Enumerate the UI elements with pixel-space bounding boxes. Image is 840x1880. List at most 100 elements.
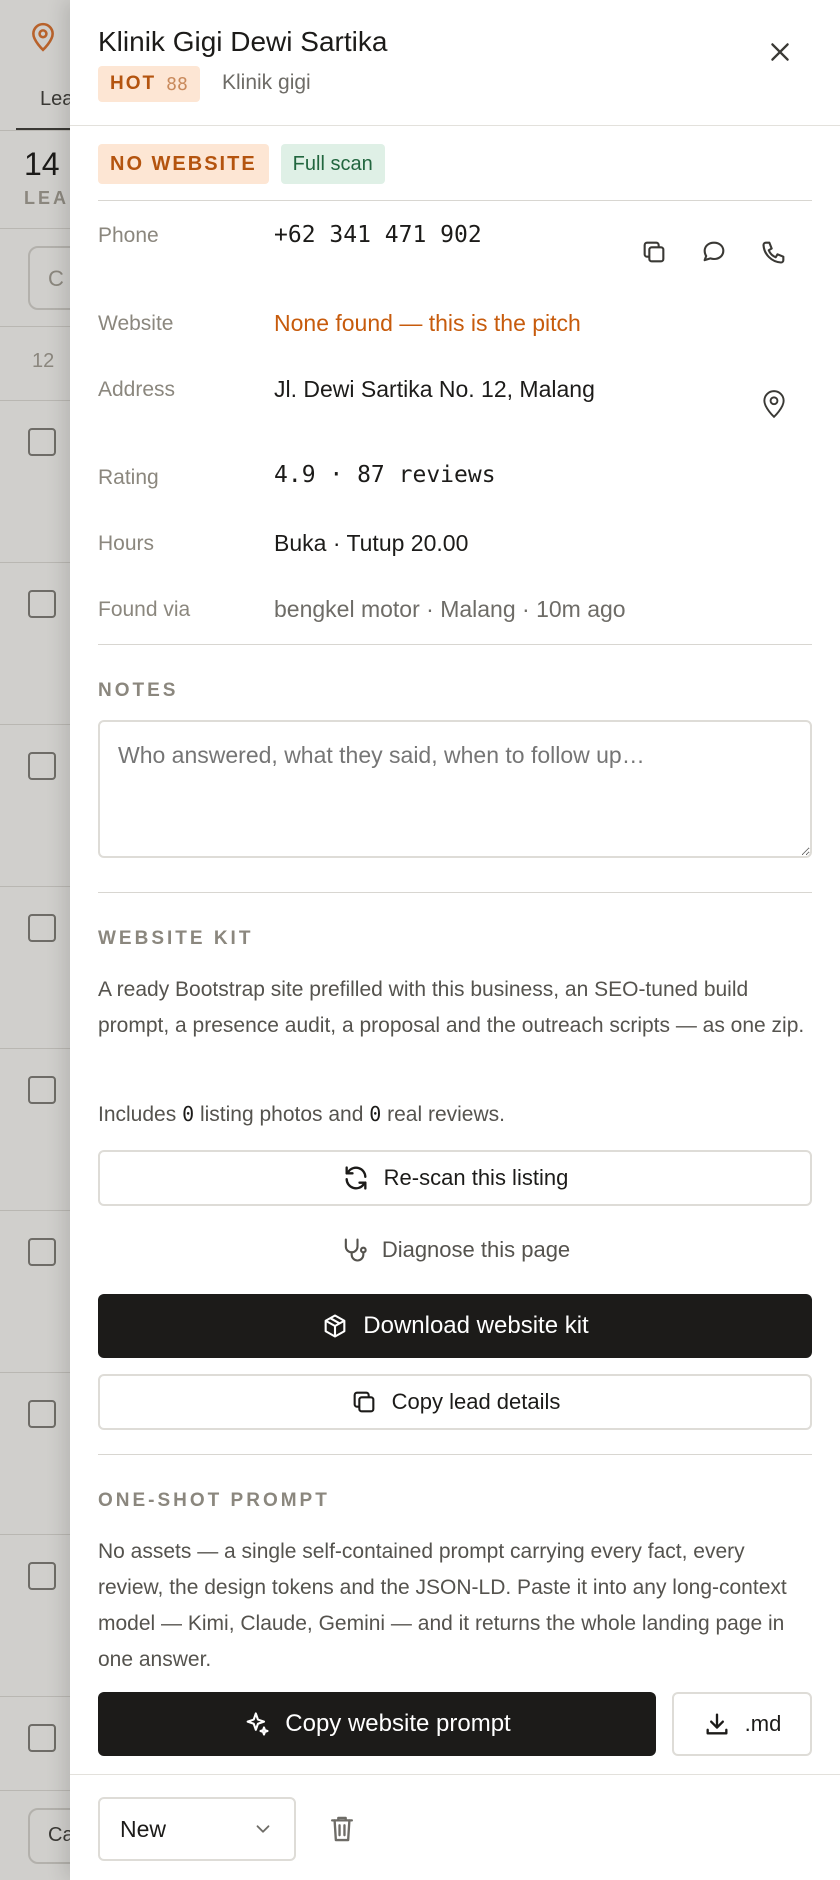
bg-row-checkbox[interactable] <box>28 1076 56 1104</box>
open-map-button[interactable] <box>754 384 794 424</box>
phone-icon <box>762 241 785 264</box>
rating-label: Rating <box>98 466 159 489</box>
website-kit-includes: Includes 0 listing photos and 0 real rev… <box>98 1096 812 1133</box>
website-kit-description: A ready Bootstrap site prefilled with th… <box>98 978 805 1037</box>
download-kit-button[interactable]: Download website kit <box>98 1294 812 1358</box>
tag-list: NO WEBSITE Full scan <box>98 144 385 184</box>
lead-score: 88 <box>166 73 188 95</box>
address-label: Address <box>98 378 176 401</box>
website-kit-title: WEBSITE KIT <box>98 928 254 949</box>
divider <box>98 1454 812 1455</box>
search-icon: C <box>48 266 64 291</box>
divider <box>0 1534 70 1535</box>
one-shot-description: No assets — a single self-contained prom… <box>98 1540 787 1671</box>
divider <box>0 1696 70 1697</box>
drawer-footer: New <box>70 1774 840 1880</box>
lead-name: Klinik Gigi Dewi Sartika <box>98 26 388 57</box>
found-via-label: Found via <box>98 598 191 621</box>
divider <box>98 200 812 201</box>
message-button[interactable] <box>694 232 734 272</box>
trash-icon <box>330 1816 354 1842</box>
call-button[interactable] <box>754 232 794 272</box>
divider <box>0 400 70 401</box>
rating-text: 4.9 · 87 reviews <box>274 462 496 488</box>
location-pin-icon <box>30 22 56 57</box>
delete-lead-button[interactable] <box>320 1807 364 1851</box>
divider <box>98 892 812 893</box>
one-shot-title: ONE-SHOT PROMPT <box>98 1490 330 1511</box>
lead-detail-drawer: Klinik Gigi Dewi Sartika HOT 88 Klinik g… <box>70 0 840 1880</box>
divider <box>0 886 70 887</box>
divider <box>98 644 812 645</box>
stethoscope-icon <box>344 1238 367 1262</box>
website-label: Website <box>98 312 174 335</box>
refresh-icon <box>345 1166 367 1190</box>
full-scan-tag: Full scan <box>280 144 385 184</box>
photos-count: 0 <box>182 1102 195 1126</box>
divider <box>0 228 70 229</box>
bg-row-checkbox[interactable] <box>28 1724 56 1752</box>
bg-lead-count: 14 <box>24 146 60 182</box>
sparkle-icon <box>246 1712 269 1736</box>
status-select[interactable]: New <box>98 1797 296 1861</box>
bg-row-checkbox[interactable] <box>28 752 56 780</box>
map-pin-icon <box>763 390 785 419</box>
includes-suffix: real reviews. <box>381 1103 505 1126</box>
phone-value: +62 341 471 902 <box>274 222 482 248</box>
bg-lead-label: LEA <box>24 188 69 208</box>
hours-value: Buka · Tutup 20.00 <box>274 530 469 556</box>
copy-lead-details-label: Copy lead details <box>391 1389 561 1414</box>
includes-prefix: Includes <box>98 1103 183 1126</box>
phone-label: Phone <box>98 224 159 247</box>
divider <box>0 130 70 131</box>
download-kit-label: Download website kit <box>363 1312 589 1339</box>
notes-title: NOTES <box>98 680 179 701</box>
close-button[interactable] <box>762 34 798 70</box>
bg-row-count: 12 <box>32 350 55 372</box>
copy-website-prompt-button[interactable]: Copy website prompt <box>98 1692 656 1756</box>
no-website-tag: NO WEBSITE <box>98 144 269 184</box>
chat-bubble-icon <box>703 241 725 262</box>
divider <box>0 326 70 327</box>
status-selected-value: New <box>120 1815 167 1842</box>
bg-row-checkbox[interactable] <box>28 914 56 942</box>
hours-label: Hours <box>98 532 155 555</box>
rating-value: 4.9 · 87 reviews <box>274 462 496 488</box>
copy-icon <box>353 1391 374 1413</box>
includes-mid: listing photos and <box>194 1103 370 1126</box>
divider <box>0 1210 70 1211</box>
priority-label: HOT <box>110 73 157 94</box>
found-via-value: bengkel motor · Malang · 10m ago <box>274 596 626 622</box>
close-icon <box>771 43 789 61</box>
priority-badge: HOT 88 <box>98 66 200 102</box>
package-icon <box>324 1314 346 1338</box>
rescan-label: Re-scan this listing <box>383 1165 569 1190</box>
bg-row-checkbox[interactable] <box>28 1238 56 1266</box>
divider <box>0 562 70 563</box>
bg-row-checkbox[interactable] <box>28 1562 56 1590</box>
download-icon <box>706 1713 728 1735</box>
website-value: None found — this is the pitch <box>274 310 581 336</box>
divider <box>0 1372 70 1373</box>
bg-tab-leads[interactable]: Lea <box>40 88 73 111</box>
address-value: Jl. Dewi Sartika No. 12, Malang <box>274 376 595 402</box>
divider <box>0 1790 70 1791</box>
divider <box>0 724 70 725</box>
bg-row-checkbox[interactable] <box>28 428 56 456</box>
copy-lead-details-button[interactable]: Copy lead details <box>98 1374 812 1430</box>
diagnose-button[interactable]: Diagnose this page <box>98 1222 812 1278</box>
chevron-down-icon <box>256 1825 270 1833</box>
download-md-button[interactable]: .md <box>672 1692 812 1756</box>
reviews-count: 0 <box>369 1102 382 1126</box>
divider <box>0 1048 70 1049</box>
notes-input[interactable] <box>98 720 812 858</box>
copy-website-prompt-label: Copy website prompt <box>285 1710 511 1737</box>
copy-phone-button[interactable] <box>634 232 674 272</box>
bg-row-checkbox[interactable] <box>28 590 56 618</box>
rescan-button[interactable]: Re-scan this listing <box>98 1150 812 1206</box>
bg-row-checkbox[interactable] <box>28 1400 56 1428</box>
download-md-label: .md <box>744 1711 782 1736</box>
lead-category: Klinik gigi <box>222 71 311 94</box>
diagnose-label: Diagnose this page <box>381 1237 571 1262</box>
copy-icon <box>643 241 665 263</box>
